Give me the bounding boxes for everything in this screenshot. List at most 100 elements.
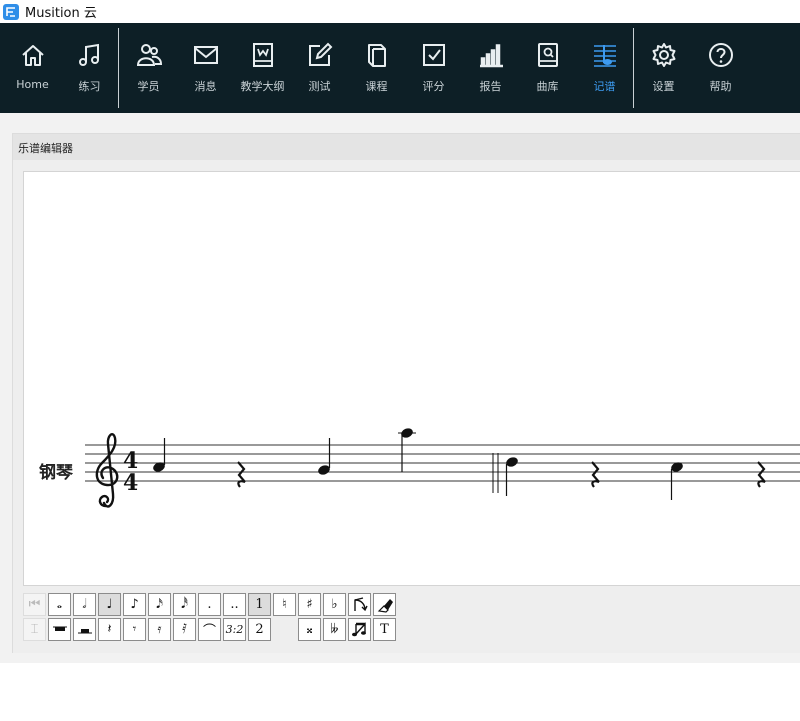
beam-icon bbox=[351, 621, 369, 639]
sixteenth-rest-label: 𝄿 bbox=[157, 622, 162, 637]
sharp-button[interactable]: ♯ bbox=[298, 593, 321, 616]
nav-item-label: 帮助 bbox=[709, 80, 732, 93]
nav-item-label: 课程 bbox=[365, 80, 388, 93]
extra-tool-label: ⌶ bbox=[30, 622, 39, 637]
thirty-second-note-button[interactable]: 𝅘𝅥𝅰 bbox=[173, 593, 196, 616]
score-svg[interactable]: 钢琴 4 4 bbox=[24, 172, 800, 587]
app-logo-icon bbox=[3, 3, 19, 20]
flip-stem-icon bbox=[351, 596, 369, 614]
voice-2-label: 2 bbox=[255, 622, 264, 637]
quarter-note-label: ♩ bbox=[106, 597, 113, 612]
nav-separator bbox=[633, 28, 634, 108]
nav-item-home[interactable]: Home bbox=[4, 23, 61, 113]
nav-separator bbox=[118, 28, 119, 108]
quarter-rest[interactable] bbox=[237, 461, 246, 488]
nav-item-messages[interactable]: 消息 bbox=[177, 23, 234, 113]
extra-tool-button[interactable]: ⌶ bbox=[23, 618, 46, 641]
mail-icon bbox=[192, 41, 220, 69]
panel-header: 乐谱编辑器 bbox=[13, 134, 800, 160]
whole-rest-button[interactable] bbox=[48, 618, 71, 641]
flip-stem-button[interactable] bbox=[348, 593, 371, 616]
natural-label: ♮ bbox=[282, 597, 287, 612]
tie-button[interactable]: ⌒ bbox=[198, 618, 221, 641]
double-dot-button[interactable]: .. bbox=[223, 593, 246, 616]
text-label: T bbox=[380, 622, 389, 637]
triplet-button[interactable]: 3:2 bbox=[223, 618, 246, 641]
panel-title: 乐谱编辑器 bbox=[18, 142, 73, 155]
nav-item-syllabus[interactable]: 教学大纲 bbox=[234, 23, 291, 113]
home-icon bbox=[19, 41, 47, 69]
nav-item-courses[interactable]: 课程 bbox=[348, 23, 405, 113]
nav-item-grading[interactable]: 评分 bbox=[405, 23, 462, 113]
flat-button[interactable]: ♭ bbox=[323, 593, 346, 616]
library-icon bbox=[534, 41, 562, 69]
quarter-rest[interactable] bbox=[757, 461, 766, 488]
edit-icon bbox=[306, 41, 334, 69]
quarter-rest-label: 𝄽 bbox=[107, 622, 112, 637]
eighth-rest-label: 𝄾 bbox=[132, 622, 137, 637]
nav-item-students[interactable]: 学员 bbox=[120, 23, 177, 113]
thirty-second-note-label: 𝅘𝅥𝅰 bbox=[181, 597, 188, 612]
nav-item-settings[interactable]: 设置 bbox=[635, 23, 692, 113]
sixteenth-rest-button[interactable]: 𝄿 bbox=[148, 618, 171, 641]
nav-item-label: 记谱 bbox=[593, 80, 616, 93]
notation-icon bbox=[591, 41, 619, 69]
score-canvas[interactable]: 钢琴 4 4 bbox=[23, 171, 800, 586]
voice-2-button[interactable]: 2 bbox=[248, 618, 271, 641]
thirty-second-rest-button[interactable]: 𝅀 bbox=[173, 618, 196, 641]
double-sharp-button[interactable]: 𝄪 bbox=[298, 618, 321, 641]
nav-item-label: 测试 bbox=[308, 80, 331, 93]
eighth-note-label: ♪ bbox=[130, 597, 139, 612]
sharp-label: ♯ bbox=[306, 597, 313, 612]
prev-tool-label: ⏮ bbox=[28, 597, 41, 612]
quarter-rest-button[interactable]: 𝄽 bbox=[98, 618, 121, 641]
note-c6-quarter[interactable] bbox=[398, 427, 416, 472]
dot-label: . bbox=[207, 597, 212, 612]
help-icon bbox=[707, 41, 735, 69]
nav-item-help[interactable]: 帮助 bbox=[692, 23, 749, 113]
tie-label: ⌒ bbox=[202, 624, 216, 639]
nav-item-label: 学员 bbox=[137, 80, 160, 93]
whole-rest-icon bbox=[52, 624, 68, 636]
text-button[interactable]: T bbox=[373, 618, 396, 641]
beam-button[interactable] bbox=[348, 618, 371, 641]
nav-item-library[interactable]: 曲库 bbox=[519, 23, 576, 113]
eighth-rest-button[interactable]: 𝄾 bbox=[123, 618, 146, 641]
time-signature-bottom: 4 bbox=[123, 470, 138, 496]
prev-tool-button[interactable]: ⏮ bbox=[23, 593, 46, 616]
half-note-button[interactable]: 𝅗𝅥 bbox=[73, 593, 96, 616]
nav-item-notation[interactable]: 记谱 bbox=[576, 23, 633, 113]
half-rest-icon bbox=[77, 624, 93, 636]
natural-button[interactable]: ♮ bbox=[273, 593, 296, 616]
nav-item-label: Home bbox=[16, 78, 49, 91]
dot-button[interactable]: . bbox=[198, 593, 221, 616]
nav-item-label: 练习 bbox=[78, 80, 101, 93]
nav-item-reports[interactable]: 报告 bbox=[462, 23, 519, 113]
double-flat-button[interactable]: 𝄫 bbox=[323, 618, 346, 641]
nav-item-practice[interactable]: 练习 bbox=[61, 23, 118, 113]
users-icon bbox=[135, 41, 163, 69]
note-b4-quarter[interactable] bbox=[317, 438, 331, 476]
quarter-rest[interactable] bbox=[591, 461, 600, 488]
sixteenth-note-label: 𝅘𝅥𝅯 bbox=[156, 597, 163, 612]
eraser-icon bbox=[376, 596, 394, 614]
quarter-note-button[interactable]: ♩ bbox=[98, 593, 121, 616]
eraser-button[interactable] bbox=[373, 593, 396, 616]
note-c5-quarter[interactable] bbox=[670, 461, 684, 500]
nav-item-label: 教学大纲 bbox=[240, 80, 285, 93]
whole-note-button[interactable]: 𝅝 bbox=[48, 593, 71, 616]
music-note-icon bbox=[76, 41, 104, 69]
book-icon bbox=[363, 41, 391, 69]
note-b4-quarter[interactable] bbox=[152, 438, 166, 473]
eighth-note-button[interactable]: ♪ bbox=[123, 593, 146, 616]
staff bbox=[85, 444, 800, 482]
syllabus-book-icon bbox=[249, 41, 277, 69]
nav-item-label: 评分 bbox=[422, 80, 445, 93]
note-d5-quarter[interactable] bbox=[505, 456, 519, 496]
sixteenth-note-button[interactable]: 𝅘𝅥𝅯 bbox=[148, 593, 171, 616]
nav-item-tests[interactable]: 测试 bbox=[291, 23, 348, 113]
half-rest-button[interactable] bbox=[73, 618, 96, 641]
double-flat-label: 𝄫 bbox=[330, 622, 339, 637]
barline bbox=[492, 453, 499, 493]
voice-1-button[interactable]: 1 bbox=[248, 593, 271, 616]
